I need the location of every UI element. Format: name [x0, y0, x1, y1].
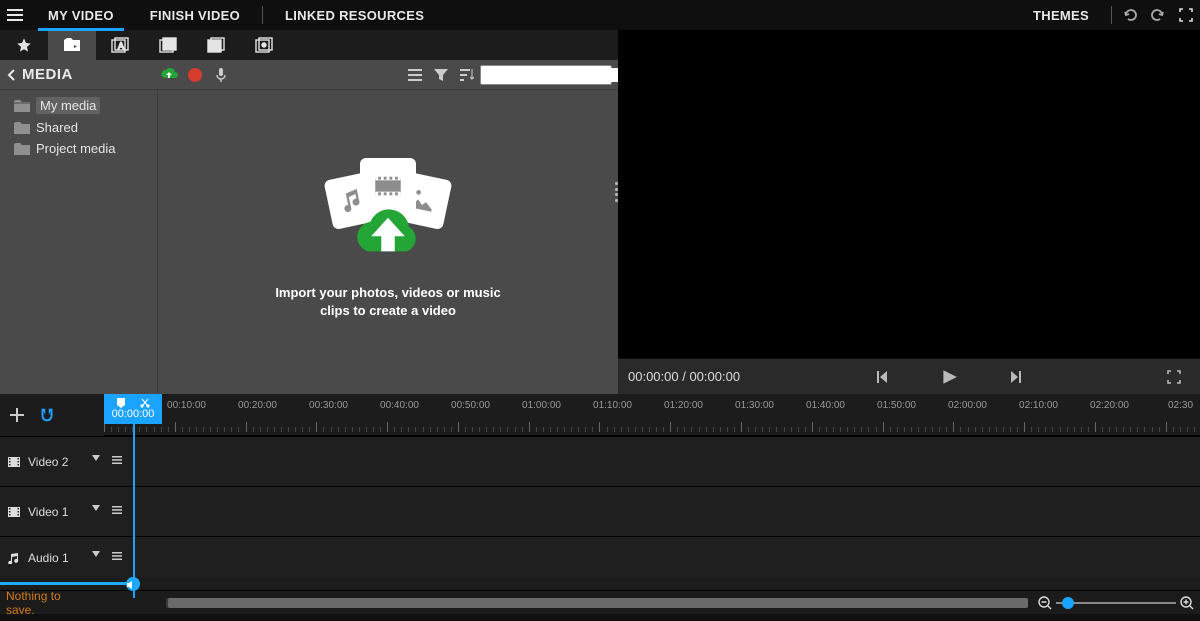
ruler-label: 02:10:00	[1003, 400, 1074, 411]
import-text: Import your photos, videos or music clip…	[275, 284, 500, 320]
tabicon-media[interactable]	[48, 30, 96, 60]
tabicon-effects[interactable]	[192, 30, 240, 60]
add-track-button[interactable]	[6, 404, 28, 426]
play-button[interactable]	[933, 361, 965, 393]
media-title-text: MEDIA	[22, 66, 73, 83]
track-menu[interactable]	[112, 551, 126, 565]
timeline-ruler[interactable]: 00:10:0000:20:0000:30:0000:40:0000:50:00…	[104, 394, 1200, 436]
track-label: Video 2	[28, 455, 68, 469]
tab-linked-resources[interactable]: LINKED RESOURCES	[267, 0, 442, 30]
track-menu[interactable]	[112, 505, 126, 519]
cloud-upload-icon	[346, 202, 430, 262]
scrollbar-thumb[interactable]	[168, 598, 1028, 608]
ruler-label: 01:20:00	[648, 400, 719, 411]
ruler-label: 02:20:00	[1074, 400, 1145, 411]
redo-button[interactable]	[1144, 0, 1172, 30]
undo-button[interactable]	[1116, 0, 1144, 30]
ruler-label: 02:00:00	[932, 400, 1003, 411]
zoom-slider[interactable]	[1056, 602, 1176, 604]
search-input-wrap[interactable]	[480, 65, 612, 85]
tree-item-my-media[interactable]: My media	[0, 94, 157, 117]
ruler-label: 00:50:00	[435, 400, 506, 411]
ruler-label: 01:10:00	[577, 400, 648, 411]
tree-item-project-media[interactable]: Project media	[0, 138, 157, 159]
view-list-button[interactable]	[402, 60, 428, 90]
tabicon-favorites[interactable]	[0, 30, 48, 60]
media-tree: My media Shared Project media	[0, 90, 158, 394]
tab-my-video[interactable]: MY VIDEO	[30, 0, 132, 30]
video-track-icon	[8, 506, 22, 518]
track-video-2: Video 2	[0, 436, 1200, 486]
track-menu[interactable]	[112, 455, 126, 469]
ruler-label: 01:50:00	[861, 400, 932, 411]
menu-button[interactable]	[0, 0, 30, 30]
fullscreen-button[interactable]	[1172, 0, 1200, 30]
ruler-label: 00:20:00	[222, 400, 293, 411]
tabicon-overlays[interactable]	[240, 30, 288, 60]
track-body[interactable]	[134, 487, 1200, 536]
search-input[interactable]	[485, 68, 640, 82]
track-label: Audio 1	[28, 551, 69, 565]
next-frame-button[interactable]	[1001, 361, 1033, 393]
ruler-label: 01:00:00	[506, 400, 577, 411]
audio-track-icon	[8, 552, 22, 564]
import-drop-area[interactable]: Import your photos, videos or music clip…	[158, 90, 618, 394]
import-cloud-button[interactable]	[156, 60, 182, 90]
marker-icon	[116, 398, 126, 408]
ruler-label: 00:40:00	[364, 400, 435, 411]
track-dropdown[interactable]	[92, 505, 106, 519]
voiceover-button[interactable]	[208, 60, 234, 90]
track-label: Video 1	[28, 505, 68, 519]
sort-button[interactable]	[454, 60, 480, 90]
tree-label: My media	[36, 97, 100, 114]
tab-finish-video[interactable]: FINISH VIDEO	[132, 0, 258, 30]
ruler-label: 02:30	[1145, 400, 1200, 411]
svg-text:A: A	[118, 41, 124, 51]
preview-timecode: 00:00:00 / 00:00:00	[628, 369, 740, 384]
scissors-icon	[140, 398, 150, 408]
zoom-out-button[interactable]	[1038, 596, 1052, 610]
video-track-icon	[8, 456, 22, 468]
speaker-icon	[126, 580, 136, 590]
track-audio-1: Audio 1	[0, 536, 1200, 578]
tree-item-shared[interactable]: Shared	[0, 117, 157, 138]
track-dropdown[interactable]	[92, 455, 106, 469]
playhead-time: 00:00:00	[112, 408, 155, 420]
audio-volume-bar[interactable]	[0, 582, 134, 585]
status-message: Nothing to save.	[6, 589, 86, 617]
track-dropdown[interactable]	[92, 551, 106, 565]
ruler-label: 01:30:00	[719, 400, 790, 411]
playhead[interactable]: 00:00:00	[104, 394, 162, 424]
filter-button[interactable]	[428, 60, 454, 90]
preview-fullscreen-button[interactable]	[1158, 361, 1190, 393]
snap-toggle[interactable]	[36, 404, 58, 426]
nav-separator	[262, 6, 263, 24]
nav-separator-2	[1111, 6, 1112, 24]
ruler-label: 00:30:00	[293, 400, 364, 411]
track-body[interactable]	[134, 537, 1200, 578]
tree-label: Shared	[36, 120, 78, 135]
tabicon-titles[interactable]: A	[96, 30, 144, 60]
tree-label: Project media	[36, 141, 115, 156]
panel-resize-handle[interactable]	[615, 182, 621, 202]
track-video-1: Video 1	[0, 486, 1200, 536]
ruler-label: 01:40:00	[790, 400, 861, 411]
tabicon-transitions[interactable]	[144, 30, 192, 60]
timeline-scrollbar[interactable]	[166, 598, 1028, 608]
media-panel-title[interactable]: MEDIA	[6, 66, 156, 83]
record-button[interactable]	[182, 60, 208, 90]
themes-button[interactable]: THEMES	[1015, 0, 1107, 30]
zoom-in-button[interactable]	[1180, 596, 1194, 610]
track-body[interactable]	[134, 437, 1200, 486]
playhead-line	[133, 424, 135, 598]
preview-canvas[interactable]	[618, 30, 1200, 358]
prev-frame-button[interactable]	[865, 361, 897, 393]
